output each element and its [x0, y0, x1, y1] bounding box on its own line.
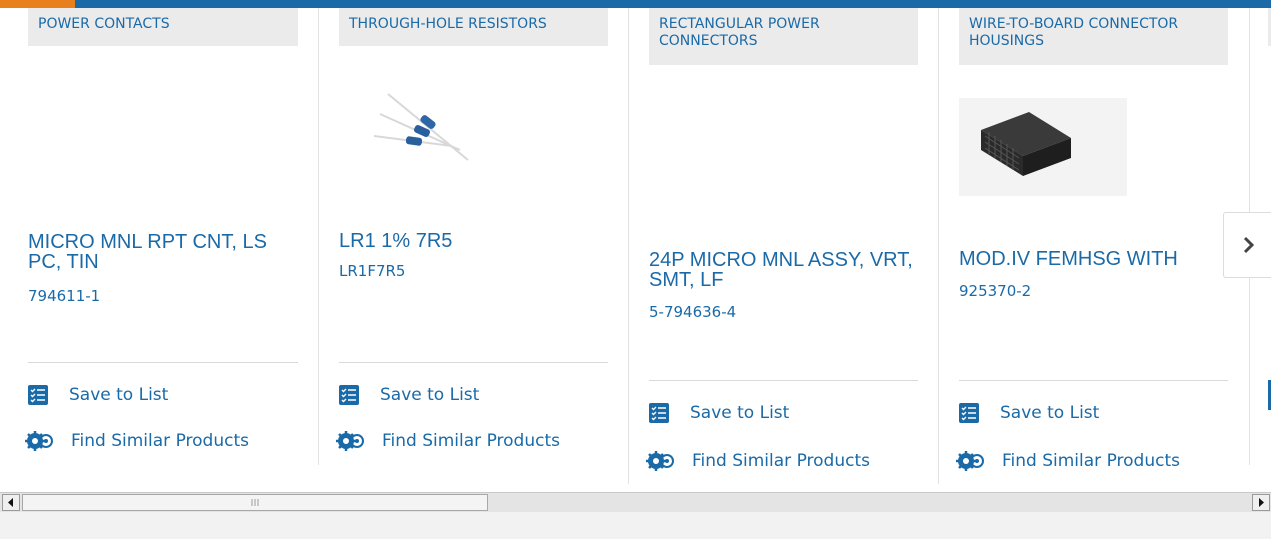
- grip-icon: [251, 499, 259, 506]
- triangle-right-icon: [1259, 498, 1264, 507]
- scrollbar-thumb[interactable]: [22, 494, 488, 511]
- find-similar-products-button[interactable]: Find Similar Products: [336, 429, 560, 453]
- footer-gray-area: [0, 512, 1271, 539]
- find-similar-label: Find Similar Products: [1002, 451, 1180, 471]
- gears-icon: [25, 431, 53, 451]
- gears-icon: [336, 431, 364, 451]
- find-similar-label: Find Similar Products: [382, 431, 560, 451]
- card-divider: [628, 8, 629, 484]
- card-separator: [649, 380, 918, 381]
- find-similar-products-button[interactable]: Find Similar Products: [25, 429, 249, 453]
- save-to-list-label: Save to List: [690, 403, 790, 423]
- product-title[interactable]: 24P MICRO MNL ASSY, VRT, SMT, LF: [649, 250, 919, 290]
- part-number[interactable]: 5-794636-4: [649, 303, 736, 321]
- scroll-left-button[interactable]: [2, 494, 20, 511]
- part-number[interactable]: 925370-2: [959, 282, 1031, 300]
- carousel-next-button[interactable]: [1223, 212, 1271, 278]
- checklist-icon: [959, 403, 979, 423]
- chevron-right-icon: [1243, 236, 1254, 254]
- save-to-list-button[interactable]: Save to List: [339, 385, 479, 405]
- find-similar-products-button[interactable]: Find Similar Products: [646, 449, 870, 473]
- save-to-list-button[interactable]: Save to List: [28, 385, 168, 405]
- save-to-list-label: Save to List: [69, 385, 169, 405]
- gears-icon: [956, 451, 984, 471]
- part-number[interactable]: LR1F7R5: [339, 262, 405, 280]
- save-to-list-label: Save to List: [380, 385, 480, 405]
- product-title[interactable]: MOD.IV FEMHSG WITH: [959, 249, 1229, 269]
- category-label: RECTANGULAR POWER CONNECTORS: [649, 8, 918, 65]
- top-accent-bar: [0, 0, 1271, 8]
- checklist-icon: [649, 403, 669, 423]
- part-number[interactable]: 794611-1: [28, 287, 100, 305]
- find-similar-label: Find Similar Products: [692, 451, 870, 471]
- card-separator: [28, 362, 298, 363]
- scroll-right-button[interactable]: [1252, 494, 1270, 511]
- card-separator: [339, 362, 608, 363]
- save-to-list-label: Save to List: [1000, 403, 1100, 423]
- product-image-connector-housing[interactable]: [959, 98, 1127, 196]
- triangle-left-icon: [8, 498, 13, 507]
- save-to-list-button[interactable]: Save to List: [959, 403, 1099, 423]
- checklist-icon: [28, 385, 48, 405]
- top-accent-highlight: [0, 0, 75, 8]
- product-title[interactable]: LR1 1% 7R5: [339, 231, 609, 251]
- gears-icon: [646, 451, 674, 471]
- card-separator: [959, 380, 1228, 381]
- category-label: POWER CONTACTS: [28, 8, 298, 46]
- find-similar-products-button[interactable]: Find Similar Products: [956, 449, 1180, 473]
- product-image-resistors[interactable]: [368, 84, 478, 170]
- checklist-icon: [339, 385, 359, 405]
- save-to-list-button[interactable]: Save to List: [649, 403, 789, 423]
- category-label: THROUGH-HOLE RESISTORS: [339, 8, 608, 46]
- card-divider: [938, 8, 939, 484]
- find-similar-label: Find Similar Products: [71, 431, 249, 451]
- product-title[interactable]: MICRO MNL RPT CNT, LS PC, TIN: [28, 232, 298, 272]
- category-label: WIRE-TO-BOARD CONNECTOR HOUSINGS: [959, 8, 1228, 65]
- horizontal-scrollbar[interactable]: [0, 492, 1271, 512]
- card-divider: [318, 8, 319, 465]
